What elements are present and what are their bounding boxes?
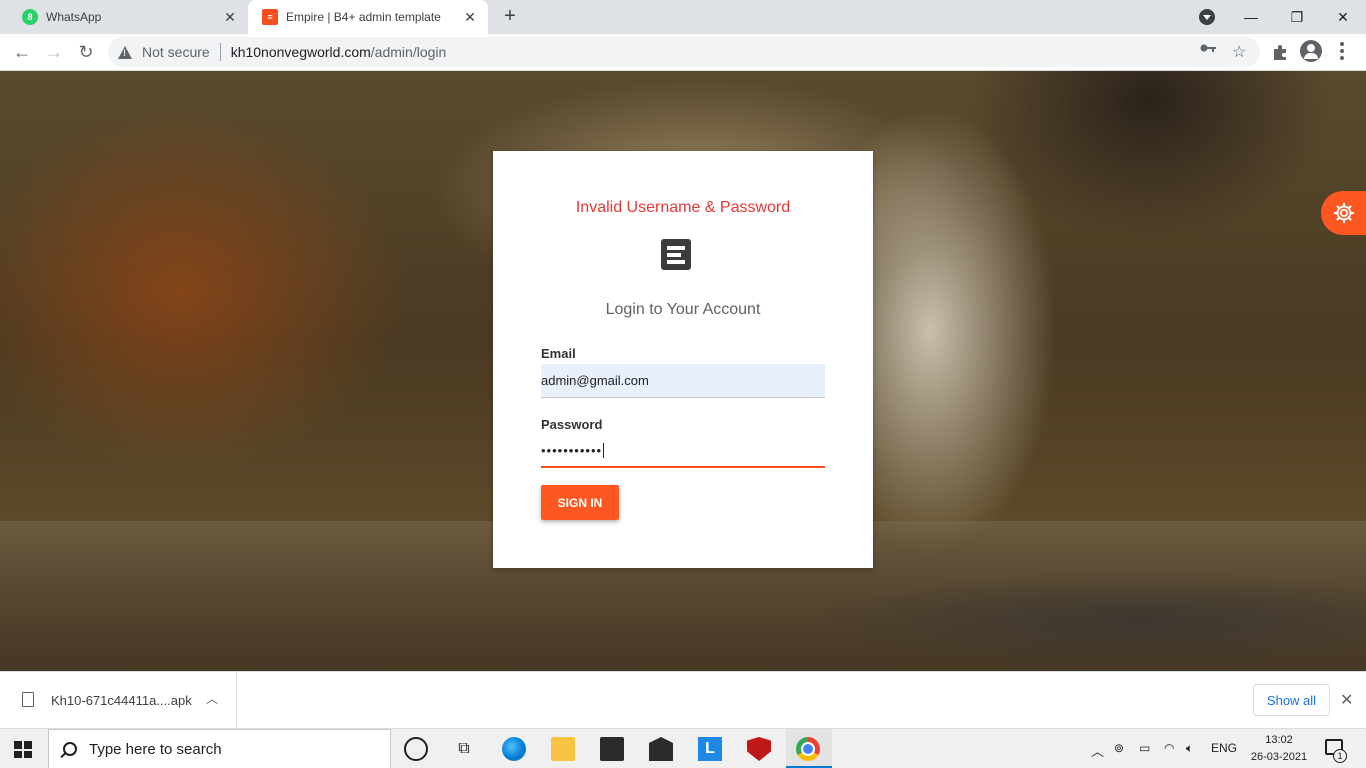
forward-icon[interactable]: → xyxy=(42,40,66,64)
page-title: Login to Your Account xyxy=(605,301,761,318)
whatsapp-icon: 8 xyxy=(22,9,38,25)
key-icon[interactable] xyxy=(1200,43,1216,53)
show-all-button[interactable]: Show all xyxy=(1253,684,1330,716)
clock-time: 13:02 xyxy=(1265,734,1293,746)
email-label: Email xyxy=(541,346,576,361)
password-label: Password xyxy=(541,417,603,432)
back-icon[interactable]: ← xyxy=(10,40,34,64)
text-caret xyxy=(603,442,605,458)
tab-empire[interactable]: ≡ Empire | B4+ admin template ✕ xyxy=(248,0,488,34)
profile-avatar-icon[interactable] xyxy=(1300,40,1322,62)
file-explorer-icon[interactable] xyxy=(551,737,575,761)
gear-icon xyxy=(1333,202,1354,224)
l-app-icon[interactable]: L xyxy=(698,737,722,761)
extensions-icon[interactable] xyxy=(1272,44,1288,60)
close-window-icon[interactable]: ✕ xyxy=(1320,0,1366,34)
sign-in-button[interactable]: SIGN IN xyxy=(541,485,619,520)
chrome-icon[interactable] xyxy=(796,737,820,761)
login-card: Invalid Username & Password Login to You… xyxy=(493,151,873,568)
url-text[interactable]: kh10nonvegworld.com/admin/login xyxy=(231,44,447,60)
taskbar-search-box[interactable]: Type here to search xyxy=(48,729,391,768)
close-icon[interactable]: ✕ xyxy=(462,9,478,25)
address-bar[interactable]: ! Not secure kh10nonvegworld.com/admin/l… xyxy=(108,37,1260,67)
tab-search-icon[interactable] xyxy=(1199,9,1215,25)
new-tab-button[interactable]: + xyxy=(499,6,521,28)
tab-whatsapp[interactable]: 8 WhatsApp ✕ xyxy=(8,0,248,34)
bookmark-star-icon[interactable]: ☆ xyxy=(1232,42,1246,62)
chevron-up-icon[interactable]: ︿ xyxy=(206,690,218,707)
mail-icon[interactable] xyxy=(649,737,673,761)
close-icon[interactable]: ✕ xyxy=(222,9,238,25)
page-background: Invalid Username & Password Login to You… xyxy=(0,71,1366,671)
search-placeholder: Type here to search xyxy=(89,740,222,758)
task-view-icon[interactable]: ⧉ xyxy=(452,737,476,761)
background-rocks xyxy=(800,571,1366,671)
file-icon xyxy=(22,692,34,707)
tab-title: Empire | B4+ admin template xyxy=(286,10,441,24)
network-icon[interactable]: ⊚ xyxy=(1114,741,1124,755)
browser-toolbar: ← → ↻ ! Not secure kh10nonvegworld.com/a… xyxy=(0,34,1366,71)
mcafee-icon[interactable] xyxy=(747,737,771,761)
empire-logo-icon xyxy=(661,239,691,270)
chevron-up-icon[interactable]: ︿ xyxy=(1091,741,1104,760)
windows-start-icon[interactable] xyxy=(14,741,32,758)
divider xyxy=(219,43,221,61)
error-message: Invalid Username & Password xyxy=(575,199,791,216)
wifi-icon[interactable]: ◠ xyxy=(1164,741,1174,755)
volume-icon[interactable]: 🔈︎ xyxy=(1186,741,1193,756)
security-label[interactable]: Not secure xyxy=(142,44,210,60)
url-host: kh10nonvegworld.com xyxy=(230,44,371,60)
settings-button[interactable] xyxy=(1321,191,1366,235)
close-icon[interactable]: ✕ xyxy=(1340,690,1353,710)
email-value: admin@gmail.com xyxy=(541,373,649,388)
tab-title: WhatsApp xyxy=(46,10,102,24)
reload-icon[interactable]: ↻ xyxy=(74,40,98,64)
notification-badge: 1 xyxy=(1333,749,1347,763)
minimize-icon[interactable]: — xyxy=(1228,0,1274,34)
battery-icon[interactable]: ▭ xyxy=(1139,741,1150,755)
clock-date: 26-03-2021 xyxy=(1250,751,1308,763)
download-item[interactable]: Kh10-671c44411a....apk ︿ xyxy=(0,672,237,728)
cortana-icon[interactable] xyxy=(404,737,428,761)
email-field[interactable]: admin@gmail.com xyxy=(541,364,825,398)
warning-icon: ! xyxy=(118,45,132,59)
password-field[interactable]: ••••••••••• xyxy=(541,434,825,468)
edge-browser-icon[interactable] xyxy=(502,737,526,761)
url-path: /admin/login xyxy=(370,44,447,60)
taskbar: Type here to search ⧉ L ︿ ⊚ ▭ ◠ 🔈︎ ENG 1… xyxy=(0,728,1366,768)
language-indicator[interactable]: ENG xyxy=(1211,741,1237,755)
restore-icon[interactable]: ❐ xyxy=(1274,0,1320,34)
clock[interactable]: 13:02 26-03-2021 xyxy=(1250,732,1308,766)
store-icon[interactable] xyxy=(600,737,624,761)
download-bar: Kh10-671c44411a....apk ︿ Show all ✕ xyxy=(0,671,1366,728)
empire-logo-icon: ≡ xyxy=(262,9,278,25)
password-value: ••••••••••• xyxy=(541,442,603,458)
download-file-name: Kh10-671c44411a....apk xyxy=(51,693,192,708)
tab-strip: 8 WhatsApp ✕ ≡ Empire | B4+ admin templa… xyxy=(0,0,1366,34)
menu-icon[interactable] xyxy=(1340,42,1344,60)
search-icon xyxy=(63,742,77,756)
